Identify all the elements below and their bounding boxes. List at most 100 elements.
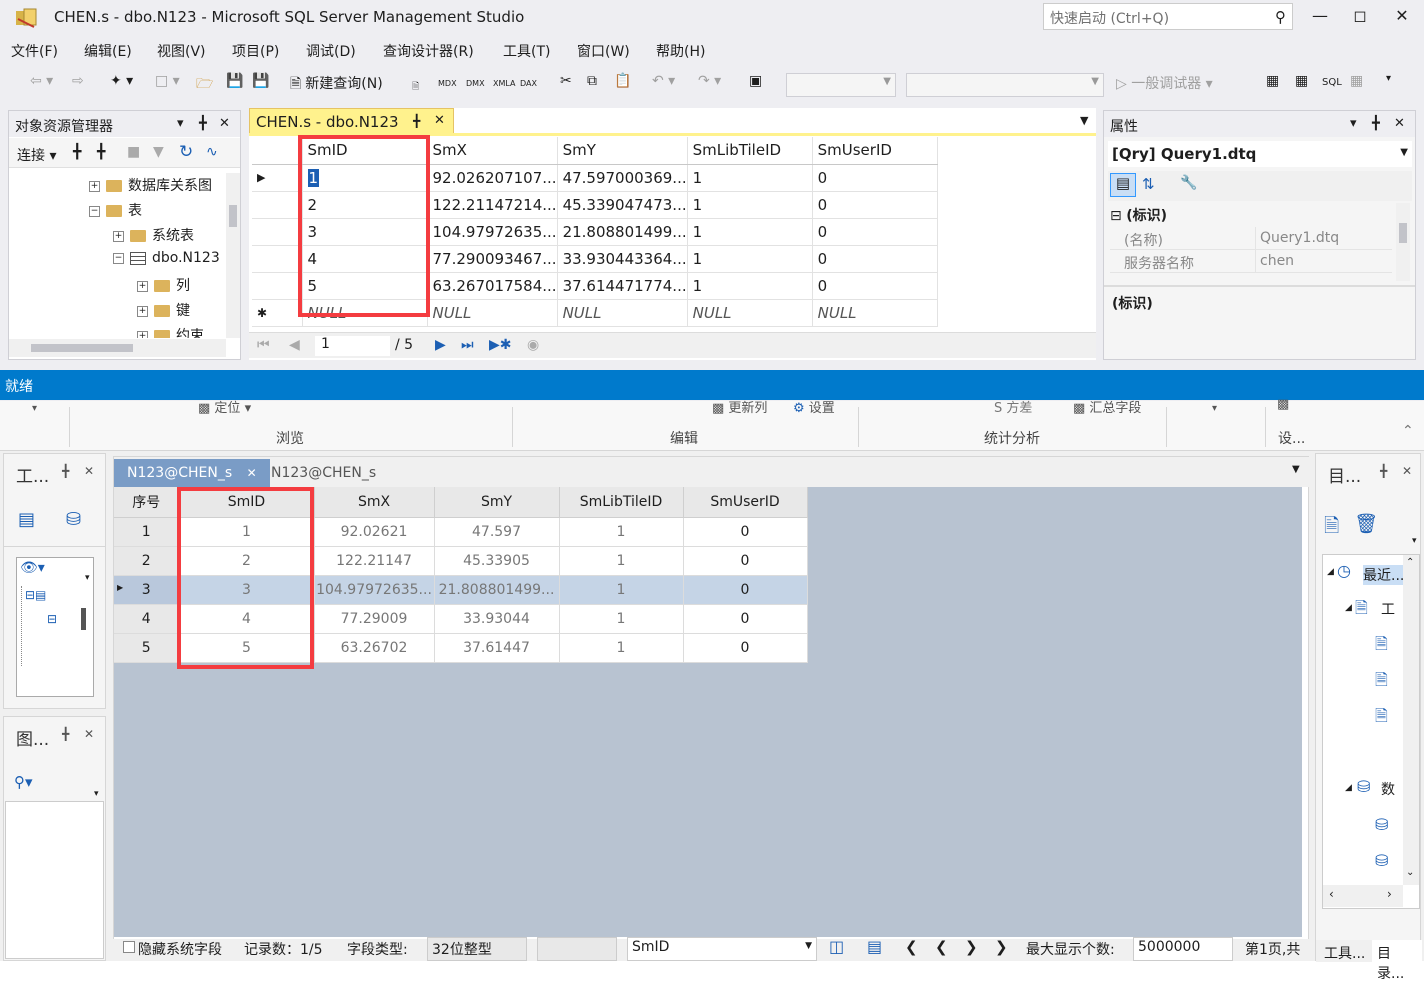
pin-icon[interactable]: ╋ — [1372, 116, 1380, 131]
property-value[interactable]: chen — [1260, 253, 1294, 269]
freeze-rows-icon[interactable]: ▤ — [867, 937, 882, 956]
solution-config-select[interactable]: ▼ — [786, 73, 896, 97]
new-project-icon[interactable]: ✦ ▾ — [110, 73, 133, 89]
document-tab[interactable]: CHEN.s - dbo.N123 ╋ ✕ — [249, 108, 454, 134]
tab-catalog[interactable]: 目录... — [1372, 940, 1422, 982]
table-cell[interactable]: 0 — [683, 633, 808, 663]
new-folder-icon[interactable]: 🗎 — [1324, 512, 1339, 544]
xmla-query-icon[interactable]: XMLA — [493, 79, 516, 88]
current-record-input[interactable]: 1 — [315, 336, 390, 356]
query-icon[interactable]: 🗎 — [412, 79, 419, 95]
redo-icon[interactable]: ↷ ▾ — [698, 73, 721, 89]
connect-object-icon[interactable]: ╋ — [73, 144, 81, 160]
view-icon[interactable]: 👁▾ — [20, 560, 45, 576]
menu-debug[interactable]: 调试(D) — [306, 41, 356, 61]
new-query-button[interactable]: 🗎 新建查询(N) — [290, 73, 383, 97]
vertical-scrollbar[interactable]: ⌃ ⌄ — [1403, 555, 1419, 885]
field-input[interactable] — [537, 937, 617, 961]
chevron-down-icon[interactable]: ▾ — [32, 403, 37, 414]
table-cell[interactable]: 37.614471774... — [557, 272, 688, 300]
column-header[interactable]: SmX — [314, 487, 435, 518]
undo-icon[interactable]: ↶ ▾ — [652, 73, 675, 89]
menu-view[interactable]: 视图(V) — [157, 41, 206, 61]
null-cell[interactable]: NULL — [557, 299, 688, 327]
table-cell[interactable]: 1 — [687, 164, 813, 192]
table-cell[interactable]: 1 — [559, 517, 684, 547]
scrollbar-thumb[interactable] — [31, 344, 133, 352]
results-icon[interactable]: ▦ — [1350, 73, 1363, 89]
close-icon[interactable]: ✕ — [84, 727, 94, 741]
table-cell[interactable]: 1 — [559, 604, 684, 634]
quick-launch-input[interactable]: 快速启动 (Ctrl+Q) ⚲ — [1043, 3, 1293, 30]
field-select[interactable]: SmID ▼ — [627, 937, 817, 961]
horizontal-scrollbar[interactable] — [9, 339, 226, 357]
splitter[interactable] — [1104, 285, 1415, 287]
last-record-icon[interactable]: ⏭ — [461, 337, 474, 353]
menu-window[interactable]: 窗口(W) — [577, 41, 630, 61]
null-cell[interactable]: NULL — [687, 299, 813, 327]
table-cell[interactable]: 92.02621 — [314, 517, 435, 547]
menu-project[interactable]: 项目(P) — [232, 41, 279, 61]
tree-node-icon[interactable]: ⊟▤ — [25, 588, 46, 602]
chevron-down-icon[interactable]: ▾ — [94, 789, 99, 799]
hide-system-fields-checkbox[interactable] — [123, 941, 135, 953]
chevron-down-icon[interactable]: ▾ — [85, 573, 90, 583]
row-index[interactable]: ▶ 3 — [114, 575, 180, 605]
table-cell[interactable]: 92.026207107... — [427, 164, 558, 192]
close-button[interactable]: ✕ — [1382, 4, 1422, 30]
search-icon[interactable]: ⚲▾ — [14, 773, 33, 791]
sql-icon[interactable]: SQL — [1322, 77, 1342, 88]
table-cell[interactable]: 0 — [683, 517, 808, 547]
table-cell[interactable]: 33.93044 — [434, 604, 560, 634]
column-header[interactable]: 序号 — [114, 487, 180, 518]
row-selector[interactable] — [252, 272, 303, 300]
table-cell[interactable]: 77.29009 — [314, 604, 435, 634]
table-cell[interactable]: 37.61447 — [434, 633, 560, 663]
tab-list-icon[interactable]: ▼ — [1080, 114, 1088, 127]
table-cell[interactable]: 0 — [683, 604, 808, 634]
table-cell[interactable]: 1 — [559, 633, 684, 663]
table-cell[interactable]: 0 — [812, 164, 938, 192]
row-index[interactable]: 4 — [114, 604, 180, 634]
table-cell[interactable]: 77.290093467... — [427, 245, 558, 273]
row-selector[interactable] — [252, 191, 303, 219]
row-index[interactable]: 1 — [114, 517, 180, 547]
refresh-icon[interactable]: ↻ — [179, 142, 193, 162]
window-position-icon[interactable]: ▾ — [1350, 116, 1357, 131]
table-cell[interactable]: 1 — [687, 245, 813, 273]
window-position-icon[interactable]: ▾ — [177, 116, 184, 131]
tab-list-icon[interactable]: ▼ — [1292, 464, 1300, 475]
max-display-input[interactable]: 5000000 — [1133, 937, 1233, 961]
property-pages-icon[interactable]: 🔧 — [1180, 175, 1197, 191]
variance-button[interactable]: S 方差 — [994, 397, 1032, 416]
tree-node-diagrams[interactable]: + 数据库关系图 — [89, 175, 212, 199]
table-cell[interactable]: 47.597000369... — [557, 164, 688, 192]
scrollbar-thumb[interactable] — [1399, 223, 1407, 243]
property-value[interactable]: Query1.dtq — [1260, 230, 1339, 246]
menu-query-designer[interactable]: 查询设计器(R) — [383, 41, 474, 61]
tree-node-system-tables[interactable]: + 系统表 — [113, 225, 194, 249]
table-cell[interactable]: 21.808801499... — [557, 218, 688, 246]
save-icon[interactable]: 💾 — [226, 73, 243, 89]
activity-icon[interactable]: ∿ — [206, 144, 218, 160]
next-record-icon[interactable]: ▶ — [435, 337, 446, 353]
connect-button[interactable]: 连接 ▾ — [17, 145, 56, 165]
update-column-button[interactable]: ▩ 更新列 — [712, 397, 767, 416]
column-header[interactable]: SmX — [427, 137, 558, 165]
first-record-icon[interactable]: ⏮ — [257, 337, 270, 353]
collapse-icon[interactable]: ◢ — [1345, 603, 1352, 613]
table-cell[interactable]: 122.21147 — [314, 546, 435, 576]
pin-icon[interactable]: ╋ — [413, 114, 420, 128]
table-cell[interactable]: 33.930443364... — [557, 245, 688, 273]
add-item-icon[interactable]: □ ▾ — [155, 73, 180, 89]
table-cell[interactable]: 63.267017584... — [427, 272, 558, 300]
column-header[interactable]: SmY — [557, 137, 688, 165]
disconnect-icon[interactable]: ╋ — [97, 144, 105, 160]
table-cell[interactable]: 45.339047473... — [557, 191, 688, 219]
dmx-query-icon[interactable]: DMX — [466, 79, 485, 88]
property-row[interactable]: (名称) Query1.dtq — [1110, 227, 1392, 250]
tree-node-table-n123[interactable]: − dbo.N123 — [113, 250, 220, 274]
table-cell[interactable]: 122.21147214... — [427, 191, 558, 219]
previous-record-icon[interactable]: ◀ — [289, 337, 300, 353]
tree-node-constraints[interactable]: + 约束 — [137, 325, 204, 338]
